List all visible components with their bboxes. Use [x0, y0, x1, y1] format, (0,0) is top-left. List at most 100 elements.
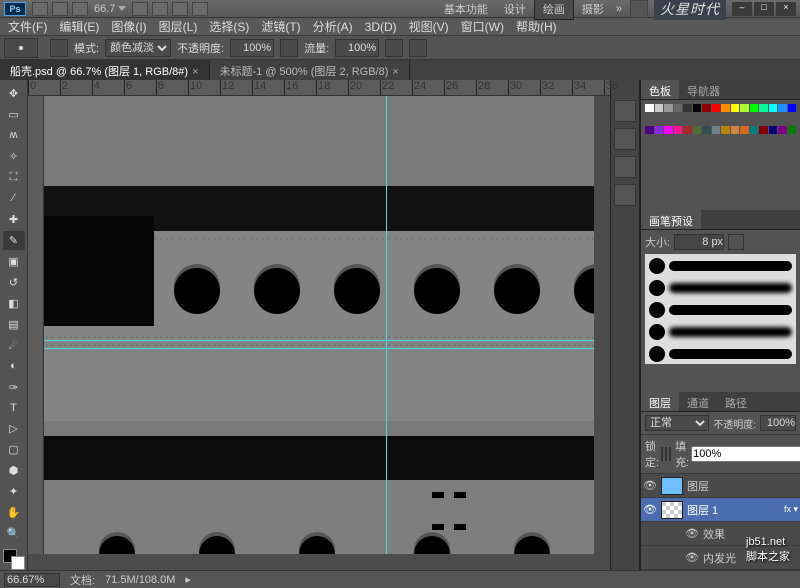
brush-preset-picker[interactable]	[4, 38, 38, 58]
menu-edit[interactable]: 编辑(E)	[59, 18, 99, 35]
layer-thumb[interactable]	[661, 501, 683, 519]
move-tool[interactable]: ✥	[3, 84, 25, 103]
swatch[interactable]	[645, 126, 654, 134]
swatch[interactable]	[750, 104, 759, 112]
zoom-display[interactable]: 66.7	[94, 3, 115, 15]
lock-position-icon[interactable]	[665, 447, 667, 461]
blend-mode-select[interactable]: 颜色减淡	[105, 39, 171, 57]
swatch[interactable]	[655, 104, 664, 112]
ruler-horizontal[interactable]: 024681012141618202224262830323436	[28, 80, 610, 96]
marquee-tool[interactable]: ▭	[3, 105, 25, 124]
type-tool[interactable]: T	[3, 399, 25, 418]
swatch[interactable]	[674, 126, 683, 134]
swatch[interactable]	[712, 104, 721, 112]
swatch[interactable]	[664, 104, 673, 112]
tab-layers[interactable]: 图层	[641, 392, 679, 411]
swatch[interactable]	[693, 126, 702, 134]
swatch[interactable]	[655, 126, 664, 134]
tab-swatches[interactable]: 色板	[641, 80, 679, 99]
tab-brush-presets[interactable]: 画笔预设	[641, 210, 701, 229]
guide-horizontal[interactable]	[44, 340, 594, 341]
workspace-paint[interactable]: 绘画	[534, 0, 574, 20]
bridge-icon[interactable]	[32, 2, 48, 16]
swatch[interactable]	[683, 104, 692, 112]
swatch[interactable]	[721, 126, 730, 134]
layer-name[interactable]: 图层	[687, 478, 709, 494]
canvas[interactable]	[44, 96, 594, 554]
guide-vertical[interactable]	[386, 96, 387, 554]
3d-tool[interactable]: ⬢	[3, 461, 25, 480]
layer-fx-row[interactable]: 👁 效果	[641, 522, 800, 546]
minibridge-icon[interactable]	[52, 2, 68, 16]
swatch[interactable]	[674, 104, 683, 112]
swatch[interactable]	[702, 126, 711, 134]
swatch[interactable]	[740, 126, 749, 134]
menu-filter[interactable]: 滤镜(T)	[261, 18, 300, 35]
swatch[interactable]	[731, 104, 740, 112]
swatch[interactable]	[731, 126, 740, 134]
menu-file[interactable]: 文件(F)	[8, 18, 47, 35]
info-panel-icon[interactable]	[614, 184, 636, 206]
swatch[interactable]	[750, 126, 759, 134]
blur-tool[interactable]: ☄	[3, 336, 25, 355]
lock-all-icon[interactable]	[669, 447, 671, 461]
maximize-button[interactable]: □	[754, 2, 774, 16]
rotate-view-icon[interactable]	[172, 2, 188, 16]
menu-select[interactable]: 选择(S)	[209, 18, 249, 35]
hand-icon[interactable]	[132, 2, 148, 16]
tab-navigator[interactable]: 导航器	[679, 80, 728, 99]
visibility-icon[interactable]: 👁	[685, 551, 699, 565]
history-panel-icon[interactable]	[614, 128, 636, 150]
color-panel-icon[interactable]	[614, 156, 636, 178]
swatch[interactable]	[702, 104, 711, 112]
brush-tool[interactable]: ✎	[3, 231, 25, 250]
visibility-icon[interactable]: 👁	[685, 527, 699, 541]
menu-image[interactable]: 图像(I)	[111, 18, 146, 35]
document-tab[interactable]: 船壳.psd @ 66.7% (图层 1, RGB/8#)×	[0, 60, 210, 80]
swatch[interactable]	[788, 104, 797, 112]
swatch[interactable]	[712, 126, 721, 134]
stamp-tool[interactable]: ▣	[3, 252, 25, 271]
brush-list[interactable]	[645, 254, 796, 364]
document-tab[interactable]: 未标题-1 @ 500% (图层 2, RGB/8)×	[210, 60, 410, 80]
lock-pixels-icon[interactable]	[661, 447, 663, 461]
pressure-opacity-icon[interactable]	[280, 39, 298, 57]
tab-paths[interactable]: 路径	[717, 392, 755, 411]
layer-fx-row[interactable]: 👁 内发光	[641, 546, 800, 570]
menu-3d[interactable]: 3D(D)	[365, 20, 397, 34]
guide-horizontal[interactable]	[44, 348, 594, 349]
layer-row[interactable]: 👁 图层 1 fx ▾	[641, 498, 800, 522]
zoom-icon[interactable]	[152, 2, 168, 16]
workspace-basic[interactable]: 基本功能	[436, 0, 496, 19]
eraser-tool[interactable]: ◧	[3, 294, 25, 313]
cs-live-icon[interactable]	[630, 0, 648, 18]
fill-input[interactable]	[691, 446, 800, 462]
menu-analysis[interactable]: 分析(A)	[313, 18, 353, 35]
swatch[interactable]	[759, 126, 768, 134]
swatch[interactable]	[683, 126, 692, 134]
layer-opacity-input[interactable]	[760, 415, 796, 431]
screen-mode-icon[interactable]	[192, 2, 208, 16]
fx-badge-icon[interactable]: fx ▾	[784, 504, 798, 515]
eyedropper-tool[interactable]: ⁄	[3, 189, 25, 208]
hand-tool[interactable]: ✋	[3, 503, 25, 522]
brush-size-input[interactable]	[674, 234, 724, 250]
swatch[interactable]	[664, 126, 673, 134]
swatch[interactable]	[721, 104, 730, 112]
layer-thumb[interactable]	[661, 477, 683, 495]
opacity-input[interactable]	[230, 39, 274, 57]
heal-tool[interactable]: ✚	[3, 210, 25, 229]
menu-view[interactable]: 视图(V)	[409, 18, 449, 35]
history-brush-tool[interactable]: ↺	[3, 273, 25, 292]
swatch[interactable]	[740, 104, 749, 112]
shape-tool[interactable]: ▢	[3, 440, 25, 459]
ruler-vertical[interactable]	[28, 96, 44, 554]
menu-help[interactable]: 帮助(H)	[516, 18, 557, 35]
swatch[interactable]	[645, 104, 654, 112]
flow-input[interactable]	[335, 39, 379, 57]
status-doc-value[interactable]: 71.5M/108.0M	[105, 574, 175, 586]
dodge-tool[interactable]: ◐	[3, 357, 25, 376]
swatch[interactable]	[759, 104, 768, 112]
layer-row[interactable]: 👁 图层	[641, 474, 800, 498]
swatch[interactable]	[769, 126, 778, 134]
